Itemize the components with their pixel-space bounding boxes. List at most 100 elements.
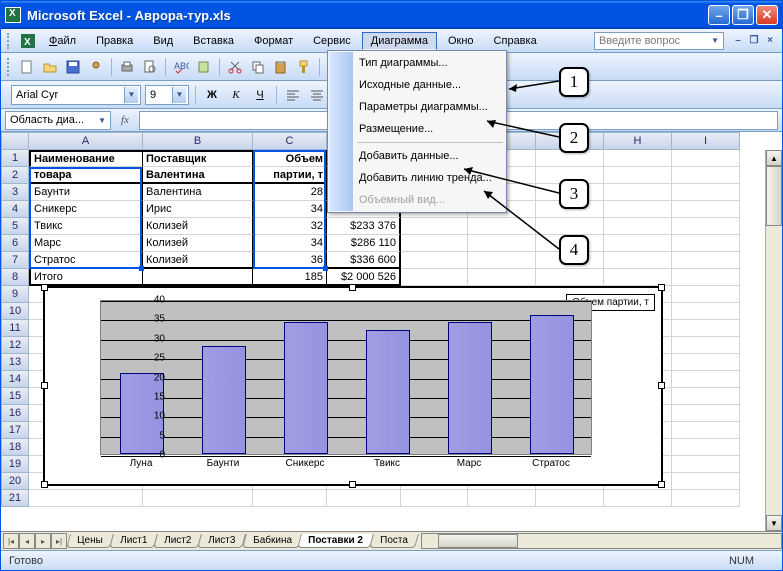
font-size-combo[interactable]: 9▼	[145, 85, 189, 105]
cell[interactable]	[672, 286, 740, 303]
cell[interactable]: 28	[253, 184, 327, 201]
italic-button[interactable]: К	[226, 85, 246, 105]
cell[interactable]: Стратос	[29, 252, 143, 269]
row-header[interactable]: 6	[1, 235, 29, 252]
cell[interactable]	[143, 269, 253, 286]
cell[interactable]: 34	[253, 201, 327, 218]
tab-prev-icon[interactable]: ◂	[19, 533, 35, 549]
preview-icon[interactable]	[140, 57, 160, 77]
scroll-thumb[interactable]	[438, 534, 518, 548]
cell[interactable]: 34	[253, 235, 327, 252]
cell[interactable]	[672, 184, 740, 201]
cell[interactable]	[672, 235, 740, 252]
menu-chart[interactable]: Диаграмма	[362, 32, 437, 50]
row-header[interactable]: 1	[1, 150, 29, 167]
cell[interactable]	[468, 252, 536, 269]
sheet-tab[interactable]: Поста	[369, 534, 419, 548]
cell[interactable]	[672, 252, 740, 269]
chart-bar[interactable]	[202, 346, 246, 455]
menu-view[interactable]: Вид	[144, 32, 182, 50]
row-header[interactable]: 10	[1, 303, 29, 320]
vertical-scrollbar[interactable]: ▲ ▼	[765, 150, 782, 531]
excel-icon-small[interactable]: X	[18, 31, 38, 51]
new-icon[interactable]	[17, 57, 37, 77]
cell[interactable]	[536, 218, 604, 235]
cell[interactable]	[672, 456, 740, 473]
copy-icon[interactable]	[248, 57, 268, 77]
scroll-thumb[interactable]	[766, 166, 782, 226]
cell[interactable]: Твикс	[29, 218, 143, 235]
cell[interactable]	[672, 422, 740, 439]
sheet-tab[interactable]: Лист1	[109, 534, 158, 548]
align-left-icon[interactable]	[283, 85, 303, 105]
chevron-down-icon[interactable]: ▼	[172, 87, 186, 103]
cell[interactable]	[401, 235, 468, 252]
cell[interactable]	[536, 269, 604, 286]
menu-format[interactable]: Формат	[245, 32, 302, 50]
cell[interactable]	[29, 490, 143, 507]
column-header[interactable]: B	[143, 132, 253, 150]
menu-edit[interactable]: Правка	[87, 32, 142, 50]
cell[interactable]: партии, т	[253, 167, 327, 184]
row-header[interactable]: 4	[1, 201, 29, 218]
open-icon[interactable]	[40, 57, 60, 77]
chart-plot-area[interactable]	[100, 300, 592, 455]
row-header[interactable]: 7	[1, 252, 29, 269]
row-header[interactable]: 9	[1, 286, 29, 303]
column-header[interactable]: C	[253, 132, 327, 150]
cell[interactable]	[672, 337, 740, 354]
row-header[interactable]: 12	[1, 337, 29, 354]
row-header[interactable]: 20	[1, 473, 29, 490]
cell[interactable]: товара	[29, 167, 143, 184]
permission-icon[interactable]	[86, 57, 106, 77]
tab-last-icon[interactable]: ▸|	[51, 533, 67, 549]
horizontal-scrollbar[interactable]	[421, 533, 782, 549]
cell[interactable]: 36	[253, 252, 327, 269]
minimize-button[interactable]: –	[708, 5, 730, 25]
chevron-down-icon[interactable]: ▼	[124, 87, 138, 103]
row-header[interactable]: 3	[1, 184, 29, 201]
scroll-down-icon[interactable]: ▼	[766, 515, 782, 531]
cell[interactable]	[401, 252, 468, 269]
cell[interactable]: $2 000 526	[327, 269, 401, 286]
cell[interactable]	[468, 269, 536, 286]
cell[interactable]	[468, 235, 536, 252]
cell[interactable]: Колизей	[143, 235, 253, 252]
cut-icon[interactable]	[225, 57, 245, 77]
mdi-minimize-button[interactable]: –	[732, 35, 744, 47]
menu-add-trendline[interactable]: Добавить линию тренда...	[329, 167, 505, 189]
cell[interactable]	[604, 490, 672, 507]
cell[interactable]	[468, 218, 536, 235]
cell[interactable]	[672, 354, 740, 371]
cell[interactable]: $233 376	[327, 218, 401, 235]
column-header[interactable]: A	[29, 132, 143, 150]
cell[interactable]: Сникерс	[29, 201, 143, 218]
menu-chart-type[interactable]: Тип диаграммы...	[329, 52, 505, 74]
menu-file[interactable]: Файл	[40, 32, 85, 50]
sheet-tab[interactable]: Бабкина	[242, 534, 303, 548]
cell[interactable]	[401, 490, 468, 507]
menu-tools[interactable]: Сервис	[304, 32, 360, 50]
cell[interactable]	[253, 490, 327, 507]
maximize-button[interactable]: ❐	[732, 5, 754, 25]
sheet-tab[interactable]: Поставки 2	[298, 534, 375, 548]
cell[interactable]	[672, 201, 740, 218]
cell[interactable]: Баунти	[29, 184, 143, 201]
embedded-chart[interactable]: Объем партии, т 0510152025303540 ЛунаБау…	[43, 286, 663, 486]
cell[interactable]	[672, 320, 740, 337]
chart-bar[interactable]	[448, 322, 492, 454]
spelling-icon[interactable]: ABC	[171, 57, 191, 77]
cell[interactable]: Валентина	[143, 184, 253, 201]
chart-bar[interactable]	[530, 315, 574, 455]
menu-source-data[interactable]: Исходные данные...	[329, 74, 505, 96]
cell[interactable]: Валентина	[143, 167, 253, 184]
column-header[interactable]: I	[672, 132, 740, 150]
select-all-button[interactable]	[1, 132, 29, 150]
row-header[interactable]: 13	[1, 354, 29, 371]
cell[interactable]	[604, 218, 672, 235]
row-header[interactable]: 19	[1, 456, 29, 473]
close-button[interactable]: ✕	[756, 5, 778, 25]
sheet-tab[interactable]: Цены	[66, 534, 113, 548]
cell[interactable]	[672, 218, 740, 235]
cell[interactable]	[327, 490, 401, 507]
